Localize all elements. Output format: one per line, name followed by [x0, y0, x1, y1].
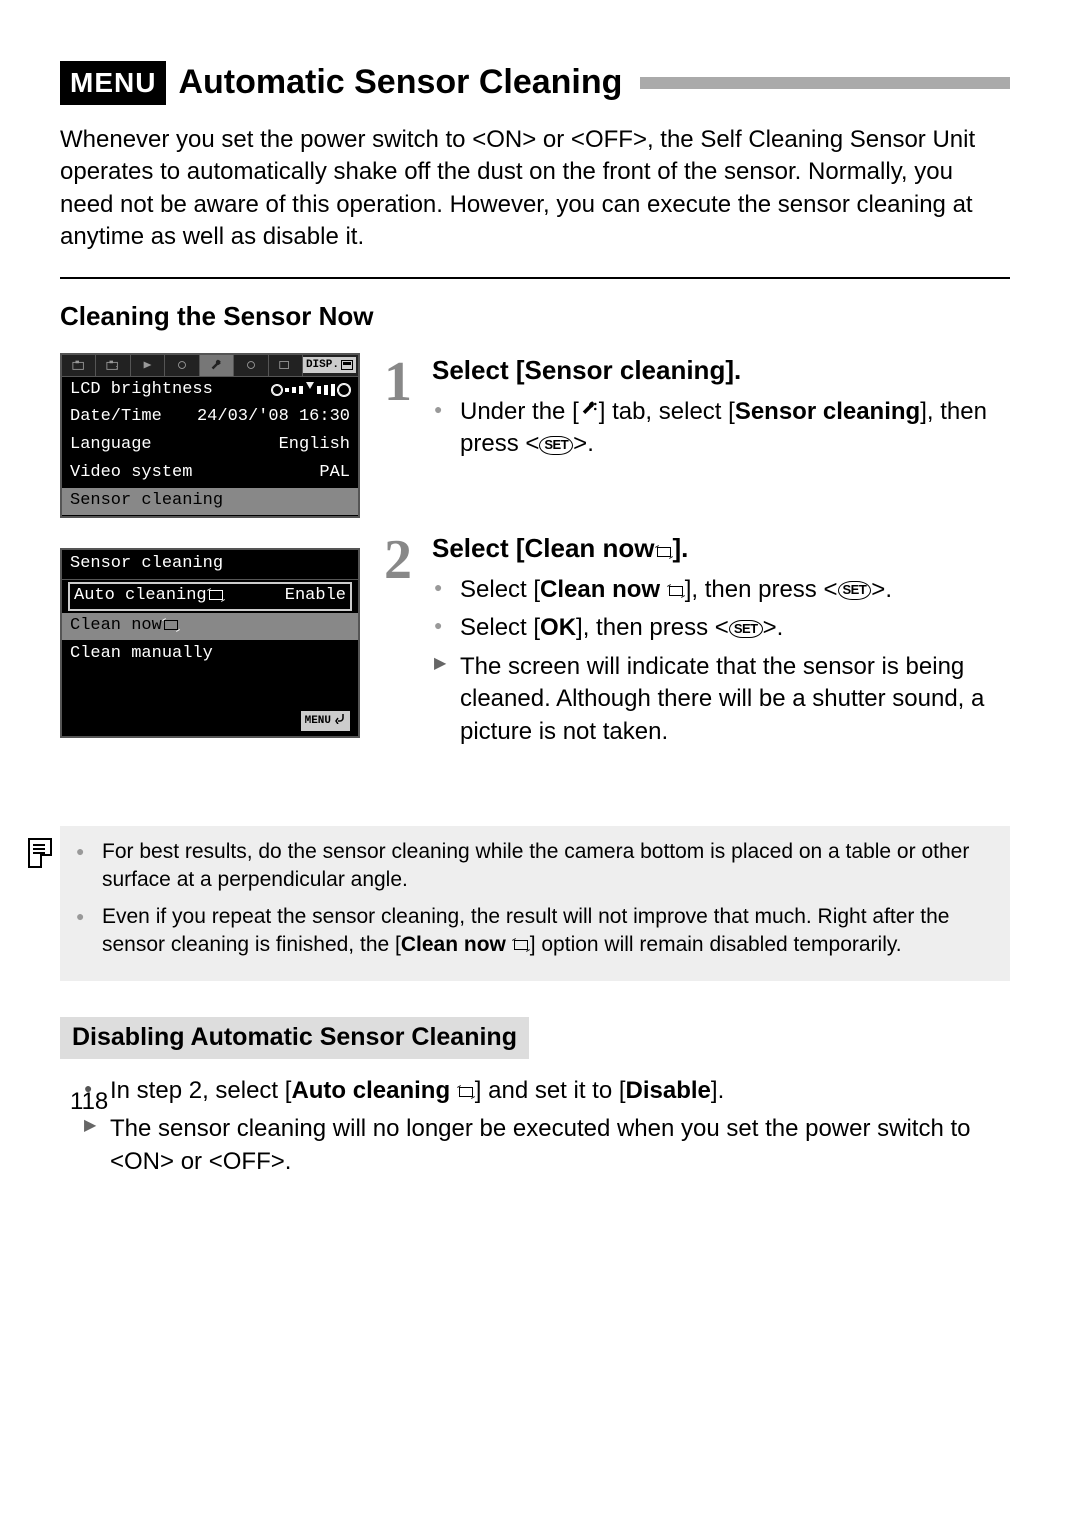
menu-return-badge: MENU	[301, 711, 350, 731]
menu-return-label: MENU	[305, 714, 331, 729]
set-button-icon: SET	[729, 620, 763, 639]
menu-label: Date/Time	[70, 406, 162, 429]
menu-row-clean-now: Clean now	[62, 613, 358, 641]
menu-badge: MENU	[60, 61, 166, 105]
sensor-clean-icon	[669, 586, 683, 596]
return-icon	[334, 712, 346, 730]
note-icon	[28, 838, 52, 868]
menu-label: Video system	[70, 462, 192, 485]
wrench2-tab-icon: :	[200, 355, 234, 376]
section2-result: The sensor cleaning will no longer be ex…	[110, 1113, 1010, 1178]
step-bullet: Select [Clean now ], then press <SET>.	[460, 574, 1010, 606]
sensor-clean-icon	[459, 1087, 473, 1097]
section2-bullet: In step 2, select [Auto cleaning ] and s…	[110, 1075, 1010, 1107]
menu-value: English	[279, 434, 350, 457]
menu-label: Clean manually	[70, 643, 213, 666]
step-bullet: Under the [] tab, select [Sensor cleanin…	[460, 396, 1010, 461]
title-bar	[640, 77, 1010, 89]
menu-row-video-system: Video system PAL	[62, 460, 358, 488]
off-label: OFF	[585, 126, 633, 153]
custom-tab-icon	[269, 355, 303, 376]
on-label: ON	[486, 126, 522, 153]
sensor-clean-icon	[164, 620, 178, 630]
note-box: For best results, do the sensor cleaning…	[60, 826, 1010, 981]
menu-row-date-time: Date/Time 24/03/'08 16:30	[62, 404, 358, 432]
menu-row-auto-cleaning: Auto cleaning Enable	[68, 582, 352, 611]
step-title: Select [Clean now].	[432, 531, 1010, 566]
brightness-scale	[272, 379, 350, 402]
camera-tabbar: : : DISP.	[62, 355, 358, 377]
disp-icon	[341, 360, 353, 370]
sensor-clean-icon	[514, 940, 528, 950]
step-title: Select [Sensor cleaning].	[432, 353, 1010, 388]
screen-footer: MENU	[62, 669, 358, 736]
divider	[60, 277, 1010, 279]
wrench-tab-icon	[165, 355, 199, 376]
svg-text::: :	[219, 360, 222, 366]
intro-text: > or <	[522, 126, 585, 153]
section-disabling: Disabling Automatic Sensor Cleaning In s…	[60, 1017, 1010, 1178]
menu-value: 24/03/'08 16:30	[197, 406, 350, 429]
note-bullet: Even if you repeat the sensor cleaning, …	[102, 903, 994, 960]
intro-paragraph: Whenever you set the power switch to <ON…	[60, 124, 1010, 254]
menu-label: LCD brightness	[70, 379, 213, 402]
intro-text: Whenever you set the power switch to <	[60, 126, 486, 153]
set-button-icon: SET	[838, 581, 872, 600]
wrench-icon	[579, 396, 599, 428]
menu-label: Auto cleaning	[74, 585, 225, 608]
menu-label: Sensor cleaning	[70, 490, 223, 513]
menu-row-language: Language English	[62, 432, 358, 460]
menu-row-sensor-cleaning: Sensor cleaning	[62, 488, 358, 516]
menu-row-clean-manually: Clean manually	[62, 641, 358, 669]
page-title-row: MENU Automatic Sensor Cleaning	[60, 60, 1010, 106]
menu-label: Language	[70, 434, 152, 457]
menu-row-lcd-brightness: LCD brightness	[62, 377, 358, 405]
menu-value: PAL	[319, 462, 350, 485]
screen-subtitle: Sensor cleaning	[62, 550, 358, 579]
step-bullet: Select [OK], then press <SET>.	[460, 612, 1010, 644]
svg-text::: :	[115, 364, 119, 371]
sun-large-icon	[338, 384, 350, 396]
playback-tab-icon	[131, 355, 165, 376]
camera-tab-icon	[62, 355, 96, 376]
menu-label: Clean now	[70, 615, 180, 638]
sun-small-icon	[272, 385, 282, 395]
section-heading-cleaning-now: Cleaning the Sensor Now	[60, 299, 1010, 334]
menu-value: Enable	[285, 585, 346, 608]
sensor-clean-icon	[657, 547, 671, 557]
page-number: 118	[70, 1086, 108, 1118]
disp-badge: DISP.	[303, 357, 356, 374]
step-1: 1 Select [Sensor cleaning]. Under the []…	[384, 353, 1010, 461]
camera-screen-setup-menu: : : DISP. LCD brightness	[60, 353, 360, 519]
step-number: 1	[384, 345, 412, 421]
page-title: Automatic Sensor Cleaning	[178, 60, 622, 106]
camera-tab-icon: :	[96, 355, 130, 376]
camera-screen-sensor-cleaning: Sensor cleaning Auto cleaning Enable Cle…	[60, 548, 360, 738]
step-result: The screen will indicate that the sensor…	[460, 651, 1010, 748]
step-number: 2	[384, 523, 412, 599]
disp-label: DISP.	[306, 358, 339, 373]
wrench3-tab-icon	[234, 355, 268, 376]
section-heading-disabling: Disabling Automatic Sensor Cleaning	[60, 1017, 529, 1059]
sensor-clean-icon	[209, 590, 223, 600]
note-bullet: For best results, do the sensor cleaning…	[102, 838, 994, 895]
brightness-caret-icon	[306, 382, 314, 389]
set-button-icon: SET	[539, 436, 573, 455]
step-2: 2 Select [Clean now]. Select [Clean now …	[384, 531, 1010, 748]
